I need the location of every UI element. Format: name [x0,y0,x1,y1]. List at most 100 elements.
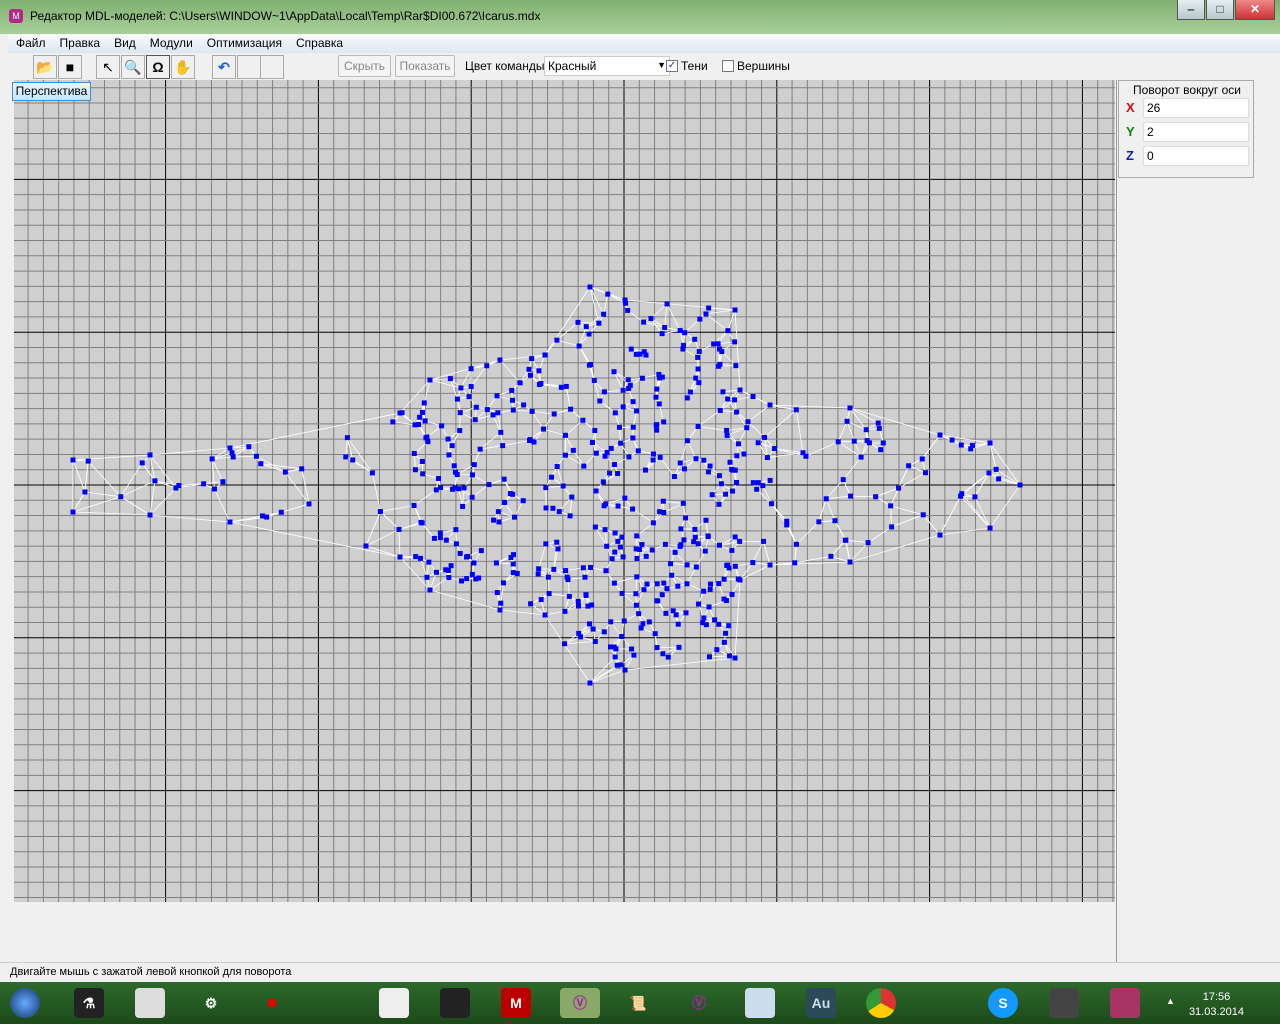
mesh-vertex [601,389,607,395]
mesh-vertex [633,591,639,597]
viewport-canvas[interactable] [14,80,1115,902]
mesh-vertex [664,586,670,592]
mesh-vertex [201,481,207,487]
rotate-icon[interactable]: Ω [146,55,170,79]
mesh-edge [380,505,415,512]
vertices-checkbox[interactable] [722,60,734,72]
menu-modules[interactable]: Модули [142,34,199,50]
mesh-vertex [443,537,449,543]
perspective-button[interactable]: Перспектива [12,82,91,101]
mesh-vertex [633,602,639,608]
window-app2-icon[interactable] [379,988,409,1018]
zoom-icon[interactable]: 🔍 [121,55,145,79]
start-button[interactable] [10,988,40,1018]
scroll-app-icon[interactable]: 📜 [623,988,653,1018]
window-app-icon[interactable] [135,988,165,1018]
green-app-icon[interactable] [318,988,348,1018]
mesh-vertex [622,495,628,501]
save-icon[interactable]: ■ [58,55,82,79]
mesh-vertex [536,368,542,374]
menu-edit[interactable]: Правка [52,34,107,50]
open-icon[interactable]: 📂 [33,55,57,79]
mesh-edge [762,485,772,504]
mesh-vertex [716,621,722,627]
hide-button[interactable]: Скрыть [338,55,391,77]
menu-file[interactable]: Файл [8,34,52,50]
audition-icon[interactable]: Au [806,988,836,1018]
mesh-edge [380,511,400,530]
mesh-edge [233,455,257,458]
splash-app-icon[interactable]: ✸ [257,988,287,1018]
mesh-vertex [716,501,722,507]
flask-app-icon[interactable]: ⚗ [74,988,104,1018]
mesh-vertex [427,377,433,383]
x-rotation-input[interactable]: 26 [1143,98,1249,118]
maximize-button[interactable]: □ [1206,0,1234,20]
paint-app-icon[interactable] [745,988,775,1018]
mesh-vertex [70,457,76,463]
mesh-vertex [654,645,660,651]
mesh-edge [549,593,570,597]
show-button[interactable]: Показать [395,55,455,77]
mesh-vertex [591,377,597,383]
model-viewport[interactable] [14,80,1115,902]
team-color-select[interactable]: Красный ▼ [544,56,670,76]
menu-optimization[interactable]: Оптимизация [199,34,288,50]
purple-app-icon[interactable]: Ⓥ [684,988,714,1018]
empty-tool-2[interactable] [260,55,284,79]
chrome-icon[interactable] [866,988,896,1018]
z-rotation-input[interactable]: 0 [1143,146,1249,166]
mesh-vertex [580,565,586,571]
shadows-checkbox[interactable]: ✓ [666,60,678,72]
skype-icon[interactable]: S [988,988,1018,1018]
mesh-vertex [723,630,729,636]
y-rotation-input[interactable]: 2 [1143,122,1249,142]
m-app-icon[interactable]: M [501,988,531,1018]
select-cursor-icon[interactable]: ↖ [96,55,120,79]
clock[interactable]: 17:56 31.03.2014 [1189,990,1244,1020]
empty-tool-1[interactable] [237,55,261,79]
mesh-vertex [491,517,497,523]
mdl-editor-taskbar-icon[interactable]: Ⓥ [560,988,600,1018]
gear-app-icon[interactable]: ⚙ [196,988,226,1018]
mesh-edge [496,562,514,565]
office-icon[interactable] [927,988,957,1018]
mesh-edge [365,529,400,547]
mesh-vertex [460,503,466,509]
mesh-vertex [709,492,715,498]
close-button[interactable]: ✕ [1235,0,1275,20]
mesh-edge [565,567,584,572]
mesh-vertex [592,638,598,644]
tray-arrow-icon[interactable]: ▲ [1166,996,1175,1006]
menu-help[interactable]: Справка [288,34,349,50]
pick-app-icon[interactable] [440,988,470,1018]
pan-hand-icon[interactable]: ✋ [171,55,195,79]
mesh-vertex [597,398,603,404]
mesh-vertex [449,443,455,449]
mesh-vertex [693,564,699,570]
mesh-vertex [605,291,611,297]
winrar-icon[interactable] [1110,988,1140,1018]
mesh-vertex [847,559,853,565]
mesh-vertex [592,524,598,530]
mesh-edge [659,457,675,477]
mesh-vertex [468,366,474,372]
minimize-button[interactable]: ‒ [1177,0,1205,20]
mesh-vertex [602,453,608,459]
mesh-edge [686,583,704,592]
mesh-vertex [937,532,943,538]
undo-icon[interactable]: ↶ [212,55,236,79]
mesh-vertex [706,305,712,311]
steam-icon[interactable] [1049,988,1079,1018]
mesh-edge [734,396,754,401]
mesh-vertex [693,375,699,381]
mesh-vertex [227,519,233,525]
menu-view[interactable]: Вид [106,34,142,50]
mesh-vertex [529,408,535,414]
mesh-vertex [634,555,640,561]
mesh-vertex [684,562,690,568]
mesh-vertex [541,426,547,432]
mesh-vertex [678,542,684,548]
mesh-edge [921,434,941,460]
mesh-vertex [562,432,568,438]
